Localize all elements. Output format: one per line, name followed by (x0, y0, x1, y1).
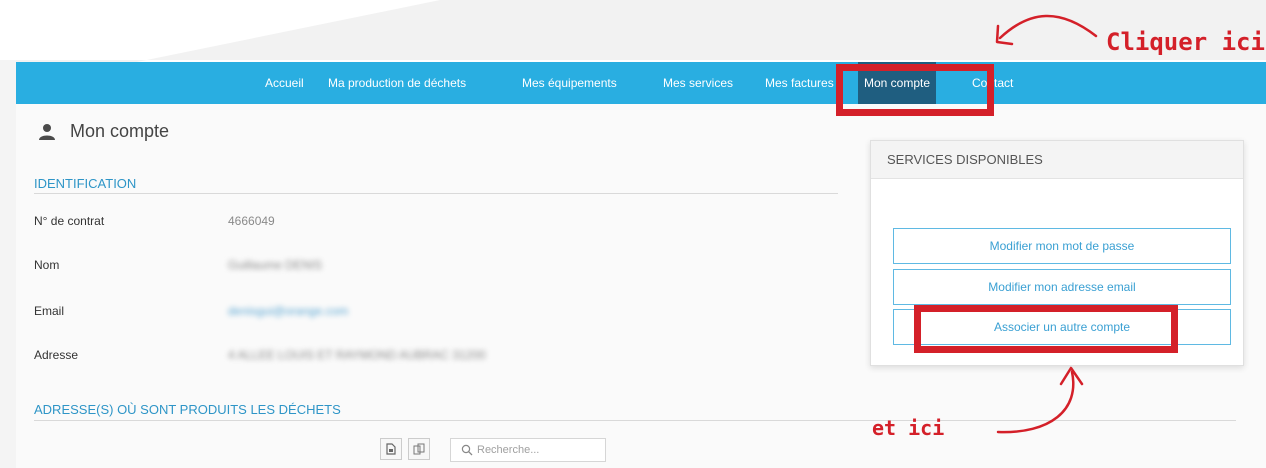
addresses-section-title: ADRESSE(S) OÙ SONT PRODUITS LES DÉCHETS (34, 402, 341, 417)
contract-number-label: N° de contrat (34, 214, 105, 228)
top-navbar: Accueil Ma production de déchets Mes équ… (16, 62, 1266, 104)
nav-item-services[interactable]: Mes services (663, 62, 733, 104)
app-window: Accueil Ma production de déchets Mes équ… (16, 62, 1266, 468)
identification-section-title: IDENTIFICATION (34, 176, 137, 191)
copy-button[interactable] (408, 438, 430, 460)
search-box (450, 438, 606, 462)
contract-number-value: 4666049 (228, 214, 275, 228)
change-email-button[interactable]: Modifier mon adresse email (893, 269, 1231, 305)
highlight-box-associer (914, 305, 1178, 353)
change-password-button[interactable]: Modifier mon mot de passe (893, 228, 1231, 264)
user-icon (39, 124, 55, 140)
export-pdf-button[interactable] (380, 438, 402, 460)
nav-item-production[interactable]: Ma production de déchets (328, 62, 466, 104)
name-value: Guillaume DENIS (228, 258, 323, 272)
search-input[interactable] (477, 441, 597, 459)
identification-divider (34, 193, 838, 194)
highlight-box-mon-compte (836, 64, 994, 116)
document-icon (386, 443, 396, 455)
nav-item-factures[interactable]: Mes factures (765, 62, 834, 104)
email-label: Email (34, 304, 65, 318)
page-title: Mon compte (70, 121, 170, 141)
services-panel-title: SERVICES DISPONIBLES (871, 141, 1243, 179)
annotation-cliquer-ici: Cliquer ici (1106, 28, 1265, 56)
addresses-divider (34, 420, 1236, 421)
copy-icon (413, 443, 425, 455)
name-label: Nom (34, 258, 60, 272)
annotation-et-ici: et ici (872, 416, 945, 440)
email-value[interactable]: denisgui@orange.com (228, 304, 348, 318)
address-label: Adresse (34, 348, 79, 362)
nav-item-equipements[interactable]: Mes équipements (522, 62, 617, 104)
address-value: 4 ALLEE LOUIS ET RAYMOND AUBRAC 31200 (228, 348, 486, 362)
nav-item-accueil[interactable]: Accueil (265, 62, 304, 104)
search-icon (461, 444, 473, 456)
